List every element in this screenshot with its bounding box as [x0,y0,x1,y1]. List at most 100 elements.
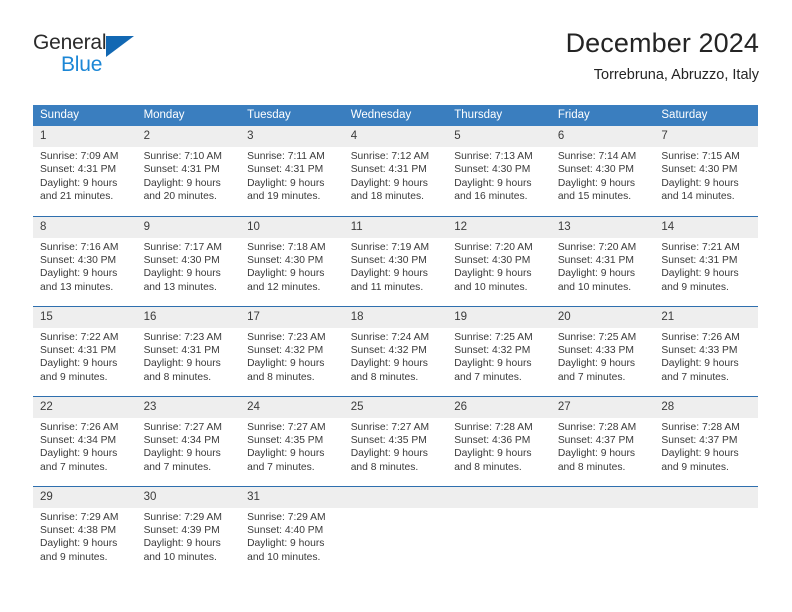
sunrise-text: Sunrise: 7:29 AM [143,511,222,523]
day-number: 27 [550,396,655,418]
day-details: Sunrise: 7:26 AM Sunset: 4:34 PM Daylight:… [33,418,137,475]
day-details: Sunrise: 7:09 AM Sunset: 4:31 PM Daylight:… [33,147,137,204]
day-cell[interactable]: 4 Sunrise: 7:12 AM Sunset: 4:31 PM Daylight… [343,126,448,216]
daylight-text: Daylight: 9 hours [143,448,221,460]
day-details: Sunrise: 7:14 AM Sunset: 4:30 PM Daylight:… [551,147,655,204]
day-details: Sunrise: 7:28 AM Sunset: 4:36 PM Daylight:… [447,418,551,475]
day-cell[interactable]: 5 Sunrise: 7:13 AM Sunset: 4:30 PM Daylight… [447,126,551,216]
day-cell[interactable]: 17 Sunrise: 7:23 AM Sunset: 4:32 PM Dayligh… [240,305,344,396]
day-details: Sunrise: 7:27 AM Sunset: 4:35 PM Daylight:… [240,418,344,475]
sunset-text: Sunset: 4:32 PM [350,344,427,356]
day-cell[interactable]: 7 Sunrise: 7:15 AM Sunset: 4:30 PM Daylight… [654,126,758,216]
brand-name-secondary: Blue [61,53,103,76]
day-cell[interactable]: 18 Sunrise: 7:24 AM Sunset: 4:32 PM Dayligh… [343,305,448,396]
sunset-text: Sunset: 4:38 PM [40,524,117,536]
day-cell[interactable]: 20 Sunrise: 7:25 AM Sunset: 4:33 PM Dayligh… [550,305,655,396]
day-details: Sunrise: 7:23 AM Sunset: 4:32 PM Daylight:… [240,328,344,385]
sunrise-text: Sunrise: 7:19 AM [350,241,430,253]
sunset-text: Sunset: 4:34 PM [143,434,220,446]
day-cell[interactable]: 3 Sunrise: 7:11 AM Sunset: 4:31 PM Daylight… [240,126,344,216]
day-number: 23 [136,396,241,418]
day-number: 22 [33,396,137,418]
daylight-text: and 10 minutes. [247,551,321,563]
weekday-header-friday: Friday [550,105,655,126]
day-cell[interactable]: 14 Sunrise: 7:21 AM Sunset: 4:31 PM Dayligh… [654,215,758,306]
day-number: 31 [240,486,344,508]
day-details: Sunrise: 7:25 AM Sunset: 4:33 PM Daylight:… [551,328,655,385]
day-cell[interactable]: 10 Sunrise: 7:18 AM Sunset: 4:30 PM Dayligh… [240,215,344,306]
day-number: 30 [136,486,241,508]
sunset-text: Sunset: 4:31 PM [143,344,220,356]
day-details: Sunrise: 7:16 AM Sunset: 4:30 PM Daylight:… [33,238,137,295]
day-cell[interactable]: 2 Sunrise: 7:10 AM Sunset: 4:31 PM Daylight… [136,126,241,216]
day-cell[interactable]: 30 Sunrise: 7:29 AM Sunset: 4:39 PM Dayligh… [136,485,241,576]
sunset-text: Sunset: 4:33 PM [661,344,738,356]
day-cell[interactable]: 23 Sunrise: 7:27 AM Sunset: 4:34 PM Dayligh… [136,395,241,486]
day-cell[interactable]: 9 Sunrise: 7:17 AM Sunset: 4:30 PM Daylight… [136,215,241,306]
day-details [654,508,758,511]
week-row: 8 Sunrise: 7:16 AM Sunset: 4:30 PM Daylight… [33,215,758,306]
sunrise-text: Sunrise: 7:12 AM [350,151,430,162]
brand-name-primary: General [33,31,107,54]
day-cell[interactable]: 8 Sunrise: 7:16 AM Sunset: 4:30 PM Daylight… [33,215,137,306]
day-cell[interactable]: 11 Sunrise: 7:19 AM Sunset: 4:30 PM Dayligh… [343,215,448,306]
daylight-text: and 10 minutes. [454,281,528,293]
daylight-text: Daylight: 9 hours [454,448,532,460]
day-number: 7 [654,126,758,147]
sunrise-text: Sunrise: 7:10 AM [143,151,222,162]
sunset-text: Sunset: 4:32 PM [247,344,324,356]
brand-logo[interactable]: General Blue [33,32,163,88]
daylight-text: Daylight: 9 hours [557,448,636,460]
day-details: Sunrise: 7:15 AM Sunset: 4:30 PM Daylight:… [654,147,758,204]
daylight-text: Daylight: 9 hours [40,448,118,460]
day-details: Sunrise: 7:12 AM Sunset: 4:31 PM Daylight:… [344,147,448,204]
daylight-text: Daylight: 9 hours [454,358,532,370]
sunset-text: Sunset: 4:33 PM [557,344,634,356]
day-number: 16 [136,306,241,328]
daylight-text: and 7 minutes. [661,371,729,383]
daylight-text: and 16 minutes. [454,191,528,203]
weekday-header-thursday: Thursday [447,105,551,126]
day-number: 28 [654,396,758,418]
sunrise-text: Sunrise: 7:26 AM [40,421,119,433]
daylight-text: Daylight: 9 hours [557,268,636,280]
daylight-text: and 9 minutes. [40,551,108,563]
weekday-header-monday: Monday [136,105,241,126]
day-cell[interactable]: 13 Sunrise: 7:20 AM Sunset: 4:31 PM Dayligh… [550,215,655,306]
sunset-text: Sunset: 4:31 PM [350,164,427,176]
day-cell[interactable]: 15 Sunrise: 7:22 AM Sunset: 4:31 PM Dayligh… [33,305,137,396]
day-cell[interactable]: 28 Sunrise: 7:28 AM Sunset: 4:37 PM Dayligh… [654,395,758,486]
day-cell[interactable]: 1 Sunrise: 7:09 AM Sunset: 4:31 PM Daylight… [33,126,137,216]
sunrise-text: Sunrise: 7:25 AM [454,331,533,343]
daylight-text: Daylight: 9 hours [454,177,532,189]
day-cell[interactable]: 26 Sunrise: 7:28 AM Sunset: 4:36 PM Dayligh… [447,395,551,486]
weekday-header-row: Sunday Monday Tuesday Wednesday Thursday Frid… [33,105,758,126]
day-cell[interactable]: 25 Sunrise: 7:27 AM Sunset: 4:35 PM Dayligh… [343,395,448,486]
day-details: Sunrise: 7:29 AM Sunset: 4:38 PM Daylight:… [33,508,137,565]
daylight-text: Daylight: 9 hours [40,177,118,189]
daylight-text: and 9 minutes. [661,281,729,293]
day-cell[interactable]: 29 Sunrise: 7:29 AM Sunset: 4:38 PM Dayligh… [33,485,137,576]
day-cell[interactable]: 24 Sunrise: 7:27 AM Sunset: 4:35 PM Dayligh… [240,395,344,486]
daylight-text: Daylight: 9 hours [350,177,428,189]
day-cell[interactable]: 6 Sunrise: 7:14 AM Sunset: 4:30 PM Daylight… [550,126,655,216]
sunrise-text: Sunrise: 7:29 AM [40,511,119,523]
day-cell[interactable]: 12 Sunrise: 7:20 AM Sunset: 4:30 PM Dayligh… [447,215,551,306]
day-cell[interactable]: 22 Sunrise: 7:26 AM Sunset: 4:34 PM Dayligh… [33,395,137,486]
sunset-text: Sunset: 4:40 PM [247,524,324,536]
day-cell[interactable]: 16 Sunrise: 7:23 AM Sunset: 4:31 PM Dayligh… [136,305,241,396]
weekday-header-sunday: Sunday [33,105,137,126]
day-cell[interactable]: 31 Sunrise: 7:29 AM Sunset: 4:40 PM Dayligh… [240,485,344,576]
day-cell[interactable]: 27 Sunrise: 7:28 AM Sunset: 4:37 PM Dayligh… [550,395,655,486]
day-cell[interactable]: 19 Sunrise: 7:25 AM Sunset: 4:32 PM Dayligh… [447,305,551,396]
day-number: 20 [550,306,655,328]
daylight-text: Daylight: 9 hours [247,177,325,189]
sunset-text: Sunset: 4:36 PM [454,434,531,446]
daylight-text: Daylight: 9 hours [247,448,325,460]
daylight-text: Daylight: 9 hours [661,448,739,460]
sunset-text: Sunset: 4:31 PM [143,164,220,176]
day-details [344,508,448,511]
title-block: December 2024 Torrebruna, Abruzzo, Italy [566,26,759,86]
day-cell[interactable]: 21 Sunrise: 7:26 AM Sunset: 4:33 PM Dayligh… [654,305,758,396]
sunrise-text: Sunrise: 7:09 AM [40,151,119,162]
